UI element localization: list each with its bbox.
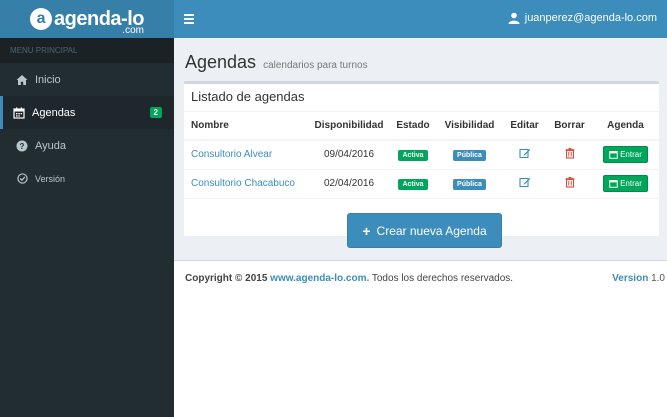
question-circle-icon: ?: [15, 139, 29, 153]
calendar-icon: [609, 151, 618, 159]
edit-icon[interactable]: [518, 147, 531, 159]
column-header: Nombre: [184, 112, 309, 141]
footer: Copyright © 2015 www.agenda-lo.com. Todo…: [174, 260, 667, 417]
sidebar-item-agendas[interactable]: Agendas 2: [0, 96, 174, 129]
sidebar-item-label: Ayuda: [35, 139, 66, 152]
sidebar-item-label: Inicio: [35, 73, 61, 86]
logo-mark: a: [30, 8, 53, 30]
visibility-badge: Pública: [453, 149, 486, 161]
create-agenda-button[interactable]: + Crear nueva Agenda: [347, 213, 502, 248]
availability-cell: 09/04/2016: [309, 140, 389, 170]
user-email: juanperez@agenda-lo.com: [524, 12, 657, 24]
page-header: Agendas calendarios para turnos: [185, 52, 368, 73]
visibility-badge: Pública: [453, 178, 486, 190]
agenda-name-link[interactable]: Consultorio Chacabuco: [191, 178, 295, 189]
user-menu[interactable]: juanperez@agenda-lo.com: [508, 12, 657, 24]
column-header: Disponibilidad: [309, 112, 389, 141]
enter-label: Entrar: [620, 150, 642, 160]
page-subtitle: calendarios para turnos: [263, 60, 368, 71]
copyright-prefix: Copyright © 2015: [185, 273, 268, 284]
sidebar-item-inicio[interactable]: Inicio: [0, 63, 174, 96]
version-number: 1.0: [651, 273, 665, 284]
page-title: Agendas: [185, 52, 257, 72]
logo-text: agenda-lo .com: [54, 9, 144, 36]
version-info: Version 1.0: [612, 273, 665, 284]
table-row: Consultorio Chacabuco 02/04/2016 Activa …: [184, 169, 659, 199]
check-circle-icon: [15, 172, 29, 186]
column-header: Estado: [389, 112, 437, 141]
availability-cell: 02/04/2016: [309, 169, 389, 199]
trash-icon[interactable]: [564, 176, 576, 188]
sidebar: MENU PRINCIPAL Inicio Agendas 2 ? Ayuda …: [0, 38, 174, 417]
sidebar-item-version[interactable]: Versión: [0, 162, 174, 195]
box-title: Listado de agendas: [184, 84, 659, 112]
agendas-table: Nombre Disponibilidad Estado Visibilidad…: [184, 112, 659, 199]
agenda-name-link[interactable]: Consultorio Alvear: [191, 149, 272, 160]
plus-icon: +: [362, 222, 371, 239]
trash-icon[interactable]: [564, 147, 576, 159]
column-header: Agenda: [592, 112, 659, 141]
enter-label: Entrar: [620, 179, 642, 188]
enter-agenda-button[interactable]: Entrar: [603, 146, 648, 164]
table-header-row: Nombre Disponibilidad Estado Visibilidad…: [184, 112, 659, 141]
sidebar-toggle-icon[interactable]: [184, 11, 200, 27]
enter-agenda-button[interactable]: Entrar: [603, 175, 648, 192]
table-row: Consultorio Alvear 09/04/2016 Activa Púb…: [184, 140, 659, 170]
edit-icon[interactable]: [518, 176, 531, 188]
column-header: Borrar: [547, 112, 592, 141]
sidebar-item-label: Versión: [35, 173, 66, 184]
create-agenda-label: Crear nueva Agenda: [376, 223, 487, 238]
status-badge: Activa: [398, 149, 428, 161]
sidebar-item-ayuda[interactable]: ? Ayuda: [0, 129, 174, 162]
sidebar-item-label: Agendas: [32, 106, 76, 119]
copyright: Copyright © 2015 www.agenda-lo.com. Todo…: [185, 273, 513, 284]
calendar-icon: [609, 180, 618, 188]
svg-text:?: ?: [20, 142, 25, 151]
site-link[interactable]: www.agenda-lo.com.: [270, 273, 369, 284]
logo-sub: .com: [122, 25, 144, 36]
version-label: Version: [612, 273, 649, 284]
main-content: Agendas calendarios para turnos Listado …: [174, 38, 667, 417]
top-navbar: juanperez@agenda-lo.com: [174, 0, 667, 38]
column-header: Editar: [502, 112, 547, 141]
column-header: Visibilidad: [437, 112, 502, 141]
home-icon: [15, 73, 29, 87]
calendar-icon: [12, 106, 26, 120]
agendas-count-badge: 2: [149, 107, 162, 118]
logo[interactable]: a agenda-lo .com: [0, 0, 174, 38]
user-icon: [508, 12, 520, 24]
status-badge: Activa: [398, 178, 428, 190]
rights-text: Todos los derechos reservados.: [371, 273, 514, 284]
menu-header: MENU PRINCIPAL: [0, 38, 174, 63]
